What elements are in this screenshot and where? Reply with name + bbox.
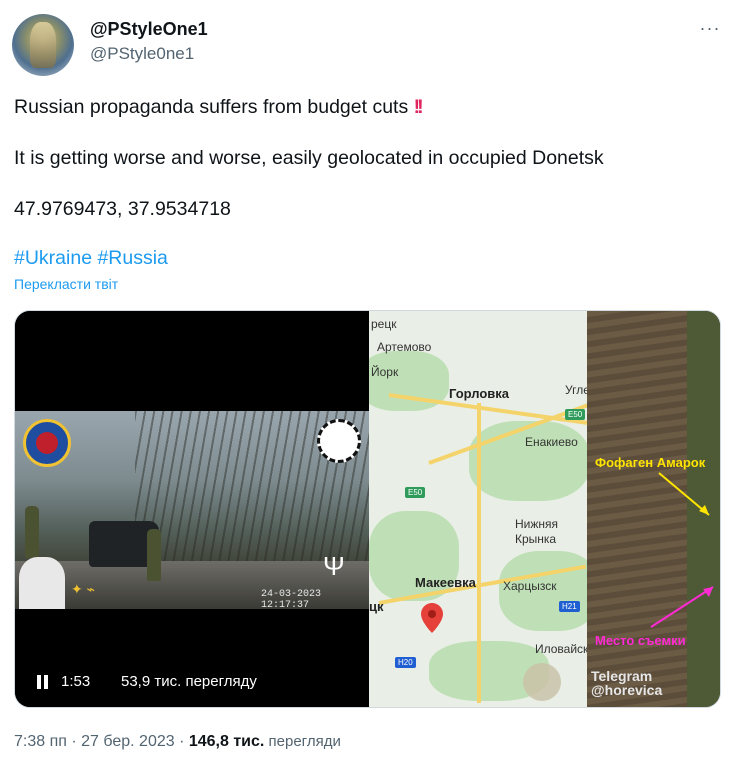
tweet-text-line-1: Russian propaganda suffers from budget c… — [14, 96, 424, 118]
map-label: Крынка — [515, 532, 557, 546]
more-icon[interactable]: ··· — [696, 18, 724, 42]
highway-badge: H20 — [395, 657, 416, 668]
map-label: Горловка — [449, 386, 510, 401]
highway-badge: E50 — [405, 487, 426, 498]
double-exclamation-icon: !! — [413, 96, 424, 118]
pause-icon[interactable] — [37, 675, 49, 689]
views-label: перегляди — [264, 733, 341, 750]
tweet-footer: 7:38 пп · 27 бер. 2023 · 146,8 тис. пере… — [14, 733, 341, 751]
hashtags[interactable]: #Ukraine #Russia — [14, 247, 168, 270]
map-pin-icon — [421, 603, 443, 633]
arrow-magenta — [650, 586, 714, 628]
video-views: 53,9 тис. перегляду — [121, 673, 257, 690]
telegram-watermark: Telegram @horevica — [591, 668, 663, 698]
highway-badge: E50 — [565, 409, 586, 420]
map-label: Нижняя — [515, 517, 559, 531]
telegram-logo — [523, 663, 561, 701]
tweet: @PStyleOne1 @PStyle0ne1 ··· Russian prop… — [0, 0, 733, 761]
map-label: Артемово — [377, 340, 432, 354]
user-handle[interactable]: @PStyle0ne1 — [90, 44, 194, 64]
satellite-panel: Фофаген Амарок Место съемки Telegram @ho… — [587, 311, 720, 707]
logo-left — [23, 419, 71, 467]
media-video[interactable]: Ψ ✦ ⌁ 24-03-2023 12:17:37 1:53 53,9 тис.… — [14, 310, 721, 708]
views-count: 146,8 тис. — [188, 733, 265, 750]
satellite-label-shooting-spot: Место съемки — [595, 633, 686, 648]
trident-icon: Ψ — [323, 551, 345, 581]
map-panel: рецк Артемово Йорк Горловка Углег Енакие… — [369, 311, 587, 707]
video-player[interactable]: Ψ ✦ ⌁ 24-03-2023 12:17:37 1:53 53,9 тис.… — [15, 311, 369, 707]
tweet-text-line-2: It is getting worse and worse, easily ge… — [14, 147, 604, 169]
map-label: Иловайск — [535, 642, 587, 656]
highway-badge: H21 — [559, 601, 580, 612]
badges: ✦ ⌁ — [71, 581, 96, 597]
satellite-label-car: Фофаген Амарок — [595, 455, 706, 470]
translate-tweet-link[interactable]: Перекласти твіт — [14, 276, 118, 292]
map-label: Углег — [565, 383, 587, 397]
video-timestamp: 24-03-2023 12:17:37 — [261, 589, 322, 609]
map-label: рецк — [371, 317, 397, 331]
video-time: 1:53 — [61, 673, 91, 690]
tweet-timestamp[interactable]: 7:38 пп · 27 бер. 2023 · — [14, 733, 189, 750]
map-label: Йорк — [371, 365, 399, 379]
video-controls: 1:53 53,9 тис. перегляду — [15, 667, 369, 697]
map-label: Макеевка — [415, 575, 476, 590]
map-label: Енакиево — [525, 435, 578, 449]
display-name[interactable]: @PStyleOne1 — [90, 19, 208, 40]
map-label: Харцызск — [503, 579, 557, 593]
tweet-text-coordinates: 47.9769473, 37.9534718 — [14, 198, 231, 220]
arrow-yellow — [658, 472, 710, 516]
avatar[interactable] — [12, 14, 74, 76]
map-label: цк — [369, 599, 384, 614]
video-frame: Ψ ✦ ⌁ 24-03-2023 12:17:37 — [15, 411, 369, 609]
logo-right — [317, 419, 361, 463]
